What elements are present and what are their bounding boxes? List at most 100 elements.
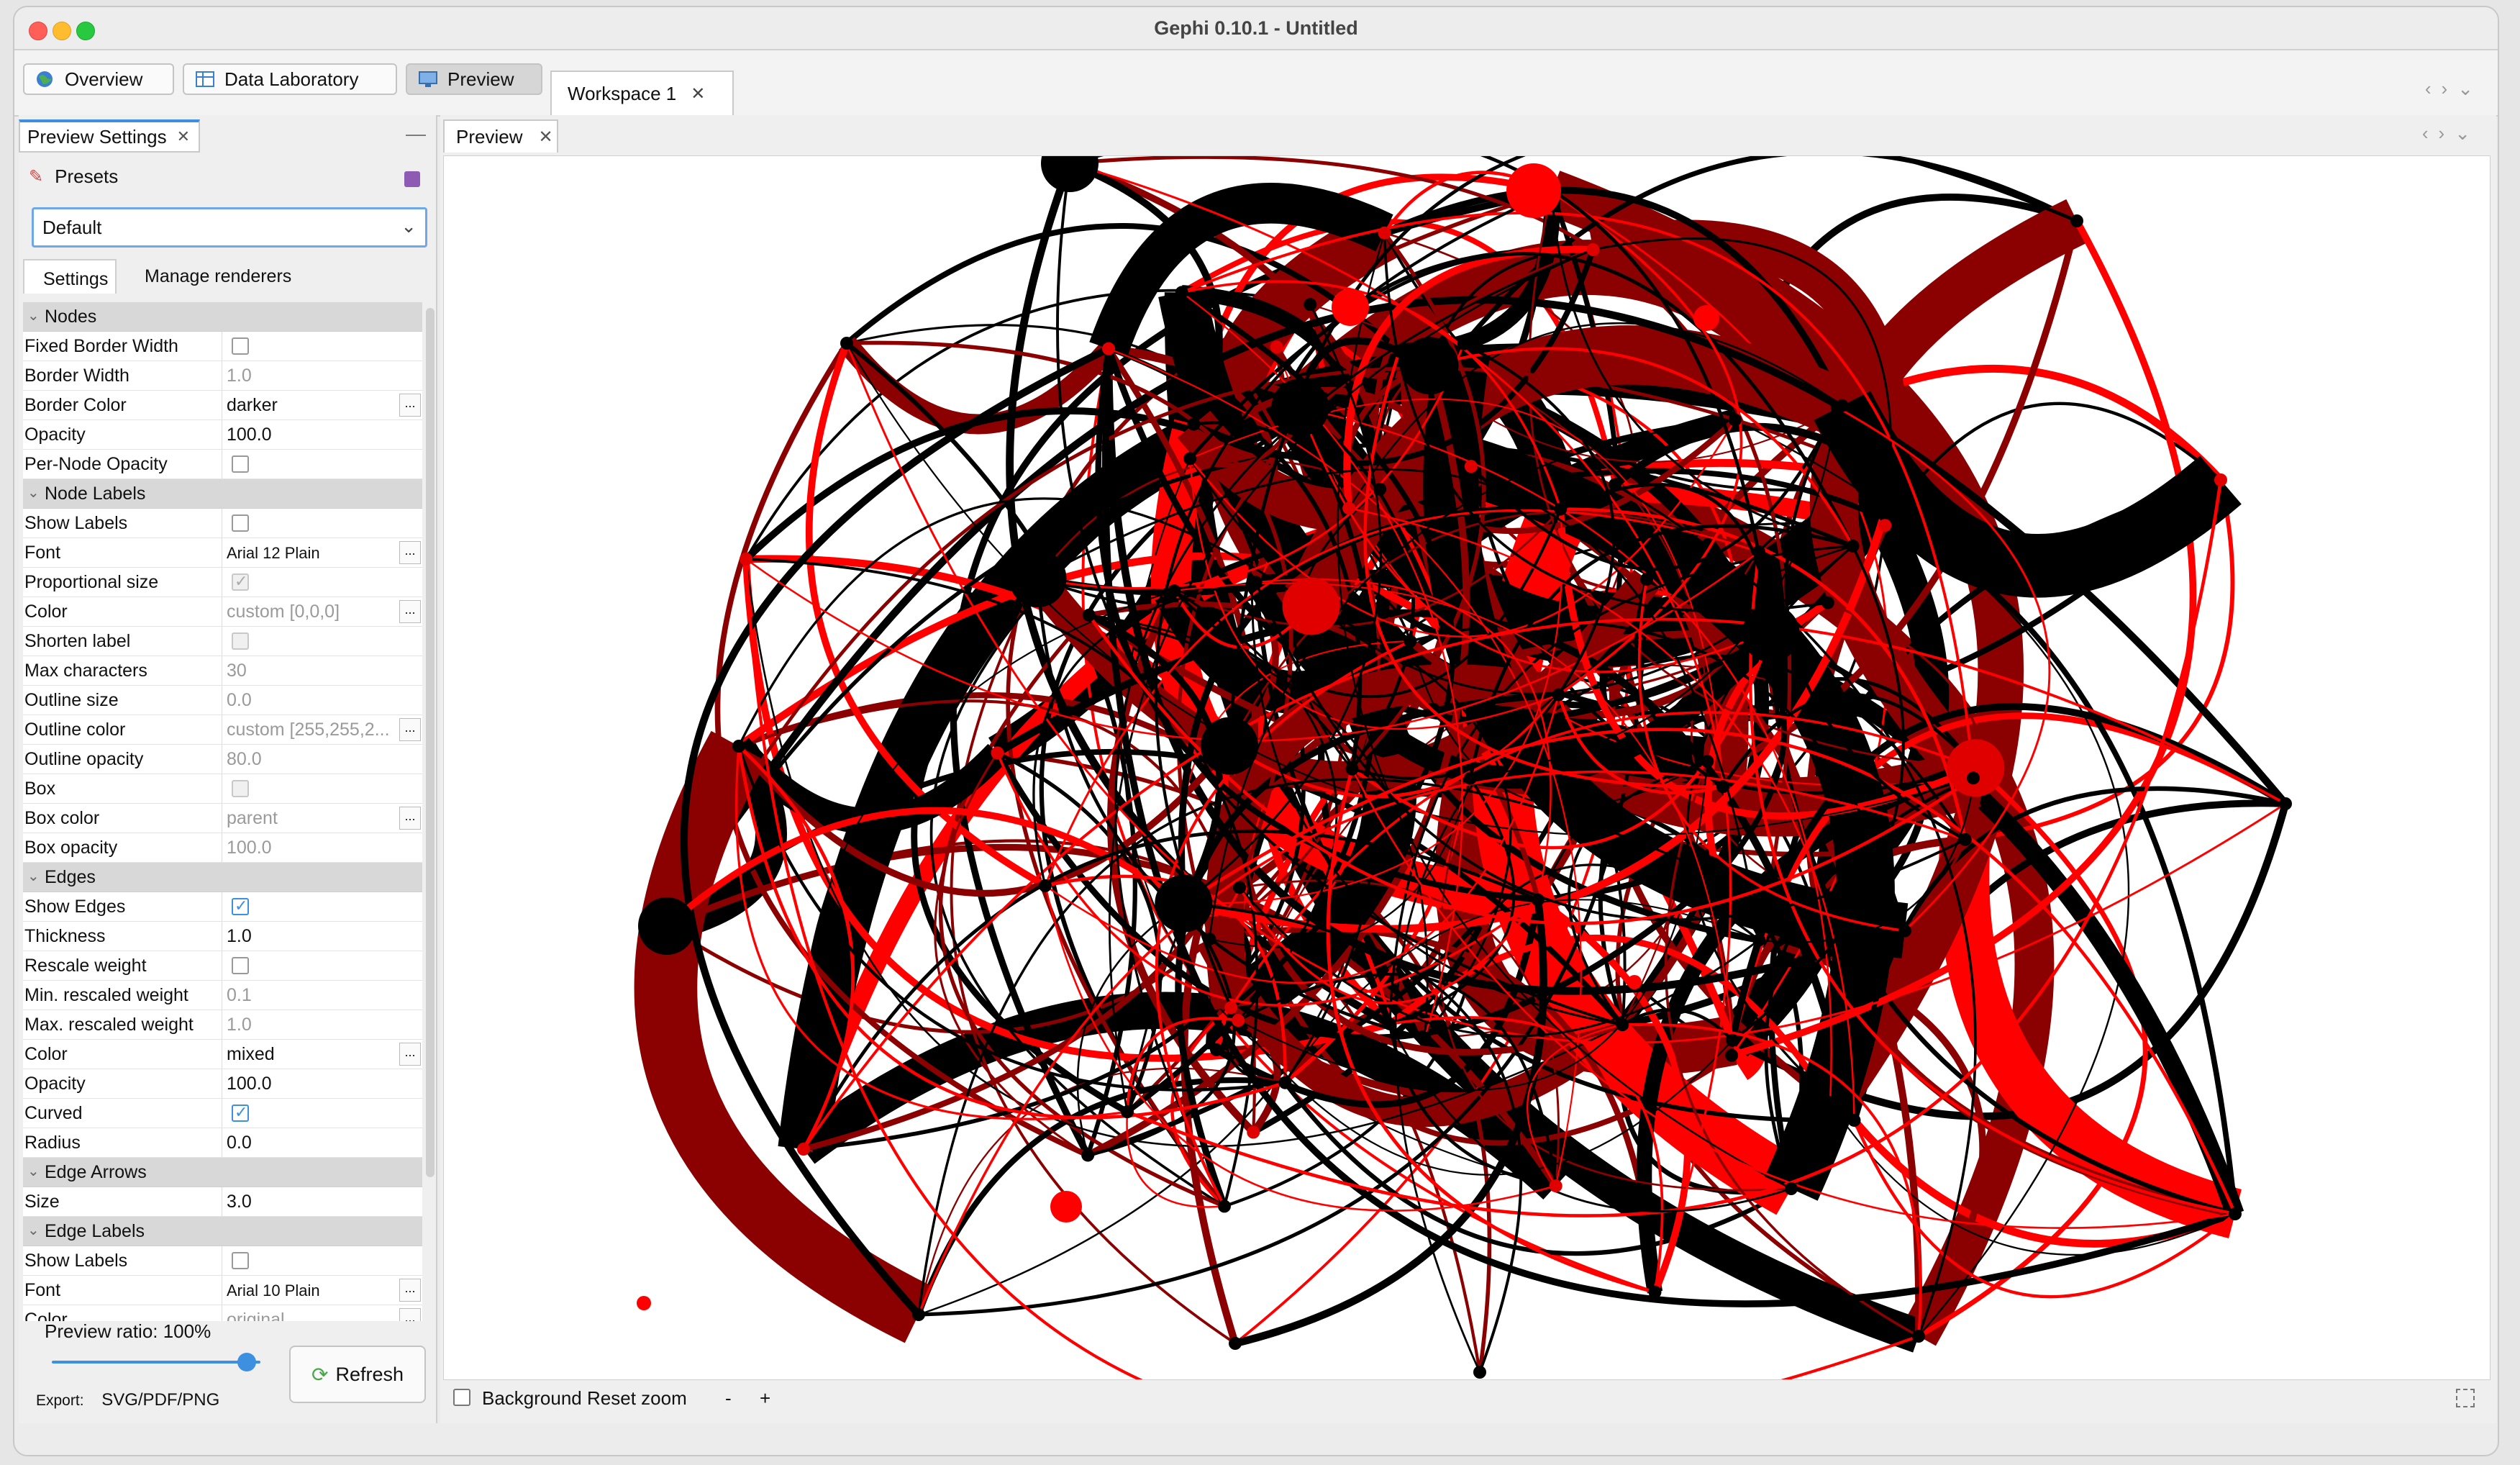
graph-node bbox=[991, 746, 1004, 760]
workspace-nav-arrows[interactable]: ‹›⌄ bbox=[2425, 78, 2483, 100]
section-title: Nodes bbox=[45, 307, 97, 327]
background-checkbox[interactable] bbox=[453, 1389, 470, 1406]
graph-preview-canvas[interactable] bbox=[443, 155, 2491, 1380]
main-toolbar: Overview Data Laboratory Preview Workspa… bbox=[14, 50, 2498, 117]
property-name: Min. rescaled weight bbox=[24, 985, 188, 1005]
reset-zoom-button[interactable]: Reset zoom bbox=[587, 1387, 687, 1410]
preview-nav-arrows[interactable]: ‹›⌄ bbox=[2422, 122, 2480, 145]
title-bar: Gephi 0.10.1 - Untitled bbox=[14, 7, 2498, 50]
property-name: Max. rescaled weight bbox=[24, 1015, 194, 1035]
ellipsis-button[interactable]: ... bbox=[399, 718, 421, 741]
tab-manage-renderers[interactable]: Manage renderers bbox=[145, 266, 291, 287]
close-icon[interactable]: ✕ bbox=[691, 83, 705, 104]
graph-node bbox=[1233, 881, 1247, 894]
section-header[interactable]: ⌄ Edge Arrows bbox=[23, 1158, 422, 1187]
zoom-out-button[interactable]: - bbox=[725, 1387, 732, 1410]
property-name: Color bbox=[24, 1310, 68, 1321]
property-scrollbar[interactable] bbox=[426, 308, 435, 1177]
tab-workspace-1[interactable]: Workspace 1 ✕ bbox=[550, 71, 734, 115]
property-name: Color bbox=[24, 1044, 68, 1064]
network-graph bbox=[634, 156, 2292, 1379]
property-checkbox[interactable] bbox=[232, 1252, 249, 1269]
section-header[interactable]: ⌄ Edge Labels bbox=[23, 1217, 422, 1246]
tab-settings[interactable]: Settings bbox=[23, 259, 117, 294]
data-laboratory-button[interactable]: Data Laboratory bbox=[183, 63, 397, 95]
save-preset-icon[interactable] bbox=[404, 171, 420, 187]
property-row: Opacity 100.0 bbox=[23, 420, 422, 450]
property-name: Show Edges bbox=[24, 897, 126, 917]
property-checkbox[interactable] bbox=[232, 1103, 249, 1122]
property-value[interactable]: 100.0 bbox=[227, 1074, 272, 1094]
ellipsis-button[interactable]: ... bbox=[399, 600, 421, 623]
graph-node bbox=[2070, 214, 2083, 227]
property-name: Border Width bbox=[24, 366, 129, 386]
ellipsis-button[interactable]: ... bbox=[399, 1279, 421, 1302]
property-name: Outline size bbox=[24, 690, 119, 710]
property-value[interactable]: 0.0 bbox=[227, 1133, 252, 1153]
graph-node bbox=[1247, 1125, 1260, 1139]
graph-node bbox=[637, 1296, 651, 1310]
graph-node bbox=[1050, 1191, 1082, 1223]
overview-button[interactable]: Overview bbox=[23, 63, 174, 95]
preview-button[interactable]: Preview bbox=[406, 63, 542, 95]
refresh-button[interactable]: ⟳ Refresh bbox=[289, 1346, 426, 1403]
background-label: Background bbox=[482, 1387, 582, 1409]
property-value[interactable]: 1.0 bbox=[227, 926, 252, 947]
graph-node bbox=[1549, 1179, 1563, 1193]
ellipsis-button[interactable]: ... bbox=[399, 541, 421, 564]
graph-node bbox=[1506, 163, 1561, 218]
close-icon[interactable]: ✕ bbox=[177, 127, 190, 146]
ellipsis-button[interactable]: ... bbox=[399, 1043, 421, 1066]
property-checkbox[interactable] bbox=[232, 514, 249, 532]
export-formats-button[interactable]: SVG/PDF/PNG bbox=[101, 1390, 219, 1410]
property-row: Font Arial 10 Plain... bbox=[23, 1276, 422, 1305]
monitor-icon bbox=[417, 70, 440, 89]
property-checkbox[interactable] bbox=[232, 337, 249, 355]
chevron-down-icon: ⌄ bbox=[27, 1223, 40, 1238]
tab-preview-settings[interactable]: Preview Settings ✕ bbox=[19, 119, 200, 153]
section-header[interactable]: ⌄ Node Labels bbox=[23, 479, 422, 509]
tab-preview[interactable]: Preview ✕ bbox=[443, 119, 558, 153]
property-row: Color original... bbox=[23, 1305, 422, 1321]
graph-node bbox=[1201, 717, 1259, 775]
property-value[interactable]: mixed bbox=[227, 1044, 275, 1065]
graph-node bbox=[2214, 473, 2227, 486]
ellipsis-button[interactable]: ... bbox=[399, 1308, 421, 1321]
property-value[interactable]: Arial 12 Plain bbox=[227, 544, 320, 563]
section-header[interactable]: ⌄ Edges bbox=[23, 863, 422, 892]
property-value[interactable]: darker bbox=[227, 395, 278, 416]
property-checkbox[interactable] bbox=[232, 455, 249, 473]
graph-node bbox=[1898, 924, 1911, 938]
property-row: Show Edges bbox=[23, 892, 422, 922]
graph-node bbox=[1175, 286, 1188, 299]
property-checkbox[interactable] bbox=[232, 897, 249, 915]
property-value: custom [0,0,0] bbox=[227, 602, 340, 622]
section-header[interactable]: ⌄ Nodes bbox=[23, 302, 422, 332]
graph-node bbox=[1711, 869, 1724, 883]
property-row: Show Labels bbox=[23, 1246, 422, 1276]
property-row: Radius 0.0 bbox=[23, 1128, 422, 1158]
graph-node bbox=[1878, 519, 1892, 532]
property-value[interactable]: 100.0 bbox=[227, 425, 272, 445]
zoom-in-button[interactable]: + bbox=[760, 1387, 770, 1410]
preview-ratio-slider[interactable] bbox=[52, 1361, 260, 1364]
graph-node bbox=[1401, 337, 1459, 395]
graph-node bbox=[1081, 1148, 1095, 1162]
minimize-panel-icon[interactable]: — bbox=[406, 122, 426, 145]
graph-node bbox=[1847, 1113, 1861, 1127]
preview-ratio-slider-knob[interactable] bbox=[237, 1353, 256, 1371]
property-row: Thickness 1.0 bbox=[23, 922, 422, 951]
graph-node bbox=[1531, 893, 1545, 907]
close-icon[interactable]: ✕ bbox=[538, 127, 552, 148]
graph-node bbox=[1463, 771, 1477, 785]
ellipsis-button[interactable]: ... bbox=[399, 807, 421, 830]
fullscreen-icon[interactable] bbox=[2456, 1389, 2475, 1407]
refresh-label: Refresh bbox=[335, 1363, 404, 1385]
property-value[interactable]: 3.0 bbox=[227, 1192, 252, 1212]
property-name: Opacity bbox=[24, 1074, 86, 1094]
export-row: Export: SVG/PDF/PNG bbox=[36, 1390, 219, 1410]
preset-select[interactable]: Default ⌄ bbox=[32, 207, 427, 248]
ellipsis-button[interactable]: ... bbox=[399, 394, 421, 417]
property-value[interactable]: Arial 10 Plain bbox=[227, 1282, 320, 1300]
property-checkbox[interactable] bbox=[232, 957, 249, 974]
